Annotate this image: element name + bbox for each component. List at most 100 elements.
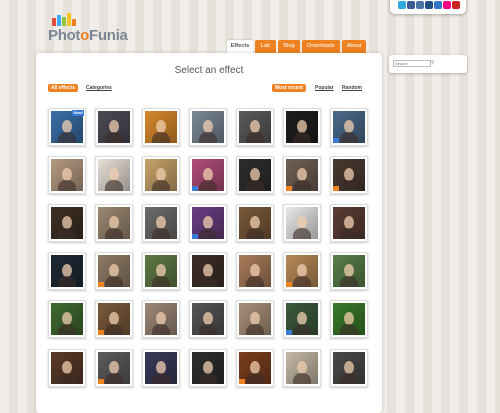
effect-type-icon: [98, 379, 104, 384]
effect-thumbnail[interactable]: [236, 349, 274, 387]
effect-thumbnail[interactable]: [283, 300, 321, 338]
photofunia-logo[interactable]: PhotoFunia: [48, 10, 143, 46]
effect-preview-image: [239, 111, 271, 143]
twitter-icon[interactable]: [398, 1, 406, 9]
effect-thumbnail[interactable]: [330, 300, 368, 338]
effect-preview-image: [286, 207, 318, 239]
effect-thumbnail[interactable]: [236, 300, 274, 338]
effect-thumbnail[interactable]: [142, 156, 180, 194]
tab-effects[interactable]: Effects: [227, 40, 253, 54]
effect-thumbnail[interactable]: [95, 349, 133, 387]
effect-thumbnail[interactable]: [142, 300, 180, 338]
search-input[interactable]: [393, 60, 431, 67]
page-title: Select an effect: [174, 65, 244, 76]
effect-thumbnail[interactable]: [48, 300, 86, 338]
effect-thumbnail[interactable]: [48, 252, 86, 290]
new-badge: New!: [72, 110, 84, 116]
effect-preview-image: [145, 255, 177, 287]
effect-thumbnail[interactable]: [95, 252, 133, 290]
effect-preview-image: [333, 303, 365, 335]
effect-thumbnail[interactable]: [48, 349, 86, 387]
effect-thumbnail[interactable]: [283, 108, 321, 146]
effect-thumbnail[interactable]: [283, 252, 321, 290]
filter-categories[interactable]: Categories: [83, 84, 115, 92]
effect-preview-image: [51, 159, 83, 191]
effect-preview-image: [51, 255, 83, 287]
effect-type-icon: [98, 330, 104, 335]
effect-thumbnail[interactable]: [236, 108, 274, 146]
youtube-icon[interactable]: [452, 1, 460, 9]
effect-type-icon: [98, 282, 104, 287]
effect-thumbnail[interactable]: New!: [48, 108, 86, 146]
search-icon[interactable]: ⚲: [431, 60, 435, 66]
effect-thumbnail[interactable]: [283, 156, 321, 194]
effect-thumbnail[interactable]: [48, 156, 86, 194]
effect-type-icon: [333, 138, 339, 143]
effect-thumbnail[interactable]: [189, 349, 227, 387]
effect-thumbnail[interactable]: [95, 108, 133, 146]
logo-text: PhotoFunia: [48, 27, 128, 44]
effect-thumbnail[interactable]: [189, 252, 227, 290]
effect-preview-image: [98, 207, 130, 239]
effect-thumbnail[interactable]: [330, 156, 368, 194]
effect-preview-image: [239, 255, 271, 287]
effect-type-icon: [192, 186, 198, 191]
effect-thumbnail[interactable]: [95, 204, 133, 242]
effect-preview-image: [333, 207, 365, 239]
effect-type-icon: [192, 234, 198, 239]
vkontakte-icon[interactable]: [416, 1, 424, 9]
livejournal-icon[interactable]: [425, 1, 433, 9]
effect-thumbnail[interactable]: [236, 204, 274, 242]
sort-random[interactable]: Random: [339, 84, 365, 92]
effect-thumbnail[interactable]: [48, 204, 86, 242]
effect-preview-image: [192, 111, 224, 143]
effect-thumbnail[interactable]: [236, 252, 274, 290]
effect-thumbnail[interactable]: [95, 156, 133, 194]
flickr-icon[interactable]: [443, 1, 451, 9]
effect-preview-image: [145, 159, 177, 191]
effect-thumbnail[interactable]: [189, 300, 227, 338]
effect-preview-image: [98, 111, 130, 143]
social-links-bar: [390, 0, 466, 14]
effect-preview-image: [192, 352, 224, 384]
effect-preview-image: [145, 207, 177, 239]
delicious-icon[interactable]: [434, 1, 442, 9]
effect-preview-image: [286, 111, 318, 143]
search-box: ⚲: [389, 55, 467, 73]
tab-downloads[interactable]: Downloads: [302, 40, 340, 53]
effect-preview-image: [98, 159, 130, 191]
effect-thumbnail[interactable]: [142, 349, 180, 387]
effect-thumbnail[interactable]: [283, 204, 321, 242]
effect-thumbnail[interactable]: [95, 300, 133, 338]
effect-thumbnail[interactable]: [330, 204, 368, 242]
effect-thumbnail[interactable]: [330, 349, 368, 387]
effect-thumbnail[interactable]: [189, 204, 227, 242]
effect-thumbnail[interactable]: [142, 252, 180, 290]
effect-preview-image: [239, 303, 271, 335]
tab-blog[interactable]: Blog: [278, 40, 300, 53]
effect-thumbnail[interactable]: [283, 349, 321, 387]
tab-about[interactable]: About: [342, 40, 366, 53]
effect-thumbnail[interactable]: [189, 156, 227, 194]
sort-most-recent[interactable]: Most recent: [272, 84, 307, 92]
effect-thumbnail[interactable]: [330, 108, 368, 146]
effect-preview-image: [239, 207, 271, 239]
logo-icon: [52, 12, 82, 26]
effect-thumbnail[interactable]: [142, 204, 180, 242]
tab-lab[interactable]: Lab: [255, 40, 276, 53]
effect-thumbnail[interactable]: [236, 156, 274, 194]
effect-type-icon: [333, 186, 339, 191]
sort-popular[interactable]: Popular: [312, 84, 337, 92]
facebook-icon[interactable]: [407, 1, 415, 9]
effect-thumbnail[interactable]: [189, 108, 227, 146]
filter-all-effects[interactable]: All effects: [48, 84, 78, 92]
effects-panel: Select an effect All effects Categories …: [36, 53, 382, 413]
effect-type-icon: [286, 186, 292, 191]
effect-preview-image: [145, 303, 177, 335]
effect-preview-image: [51, 207, 83, 239]
effect-preview-image: [145, 111, 177, 143]
effect-thumbnail[interactable]: [142, 108, 180, 146]
effect-thumbnail[interactable]: [330, 252, 368, 290]
effect-preview-image: [145, 352, 177, 384]
effect-preview-image: [239, 159, 271, 191]
